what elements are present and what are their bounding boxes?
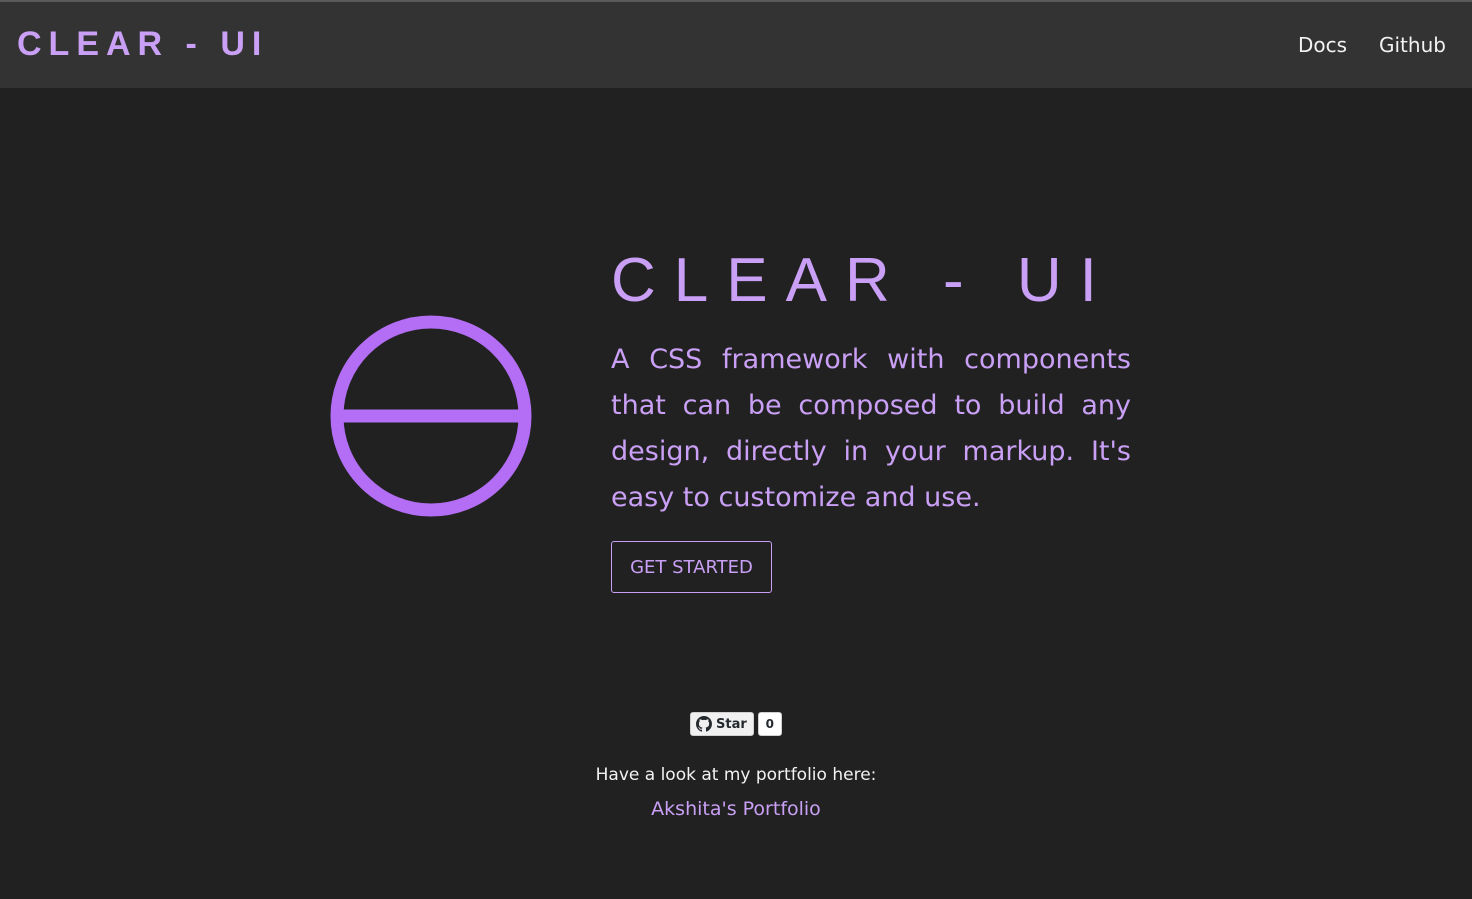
portfolio-link-row: Akshita's Portfolio — [0, 797, 1472, 821]
github-star-button[interactable]: Star — [690, 712, 754, 736]
nav-link-github[interactable]: Github — [1379, 32, 1446, 58]
get-started-button[interactable]: GET STARTED — [611, 541, 772, 593]
portfolio-text: Have a look at my portfolio here: — [595, 765, 877, 785]
github-star-count[interactable]: 0 — [757, 712, 782, 736]
nav-link-docs[interactable]: Docs — [1298, 32, 1347, 58]
hero-description: A CSS framework with components that can… — [611, 344, 1131, 513]
navbar-brand[interactable]: CLEAR - UI — [17, 24, 268, 64]
github-icon — [696, 716, 712, 732]
portfolio-link[interactable]: Akshita's Portfolio — [651, 798, 821, 820]
github-star-widget: Star 0 — [690, 712, 782, 736]
github-star-label: Star — [716, 716, 747, 732]
hero-title: CLEAR - UI — [611, 246, 1115, 315]
circle-bisected-logo-icon — [330, 315, 532, 517]
navbar: CLEAR - UI Docs Github — [0, 2, 1472, 88]
